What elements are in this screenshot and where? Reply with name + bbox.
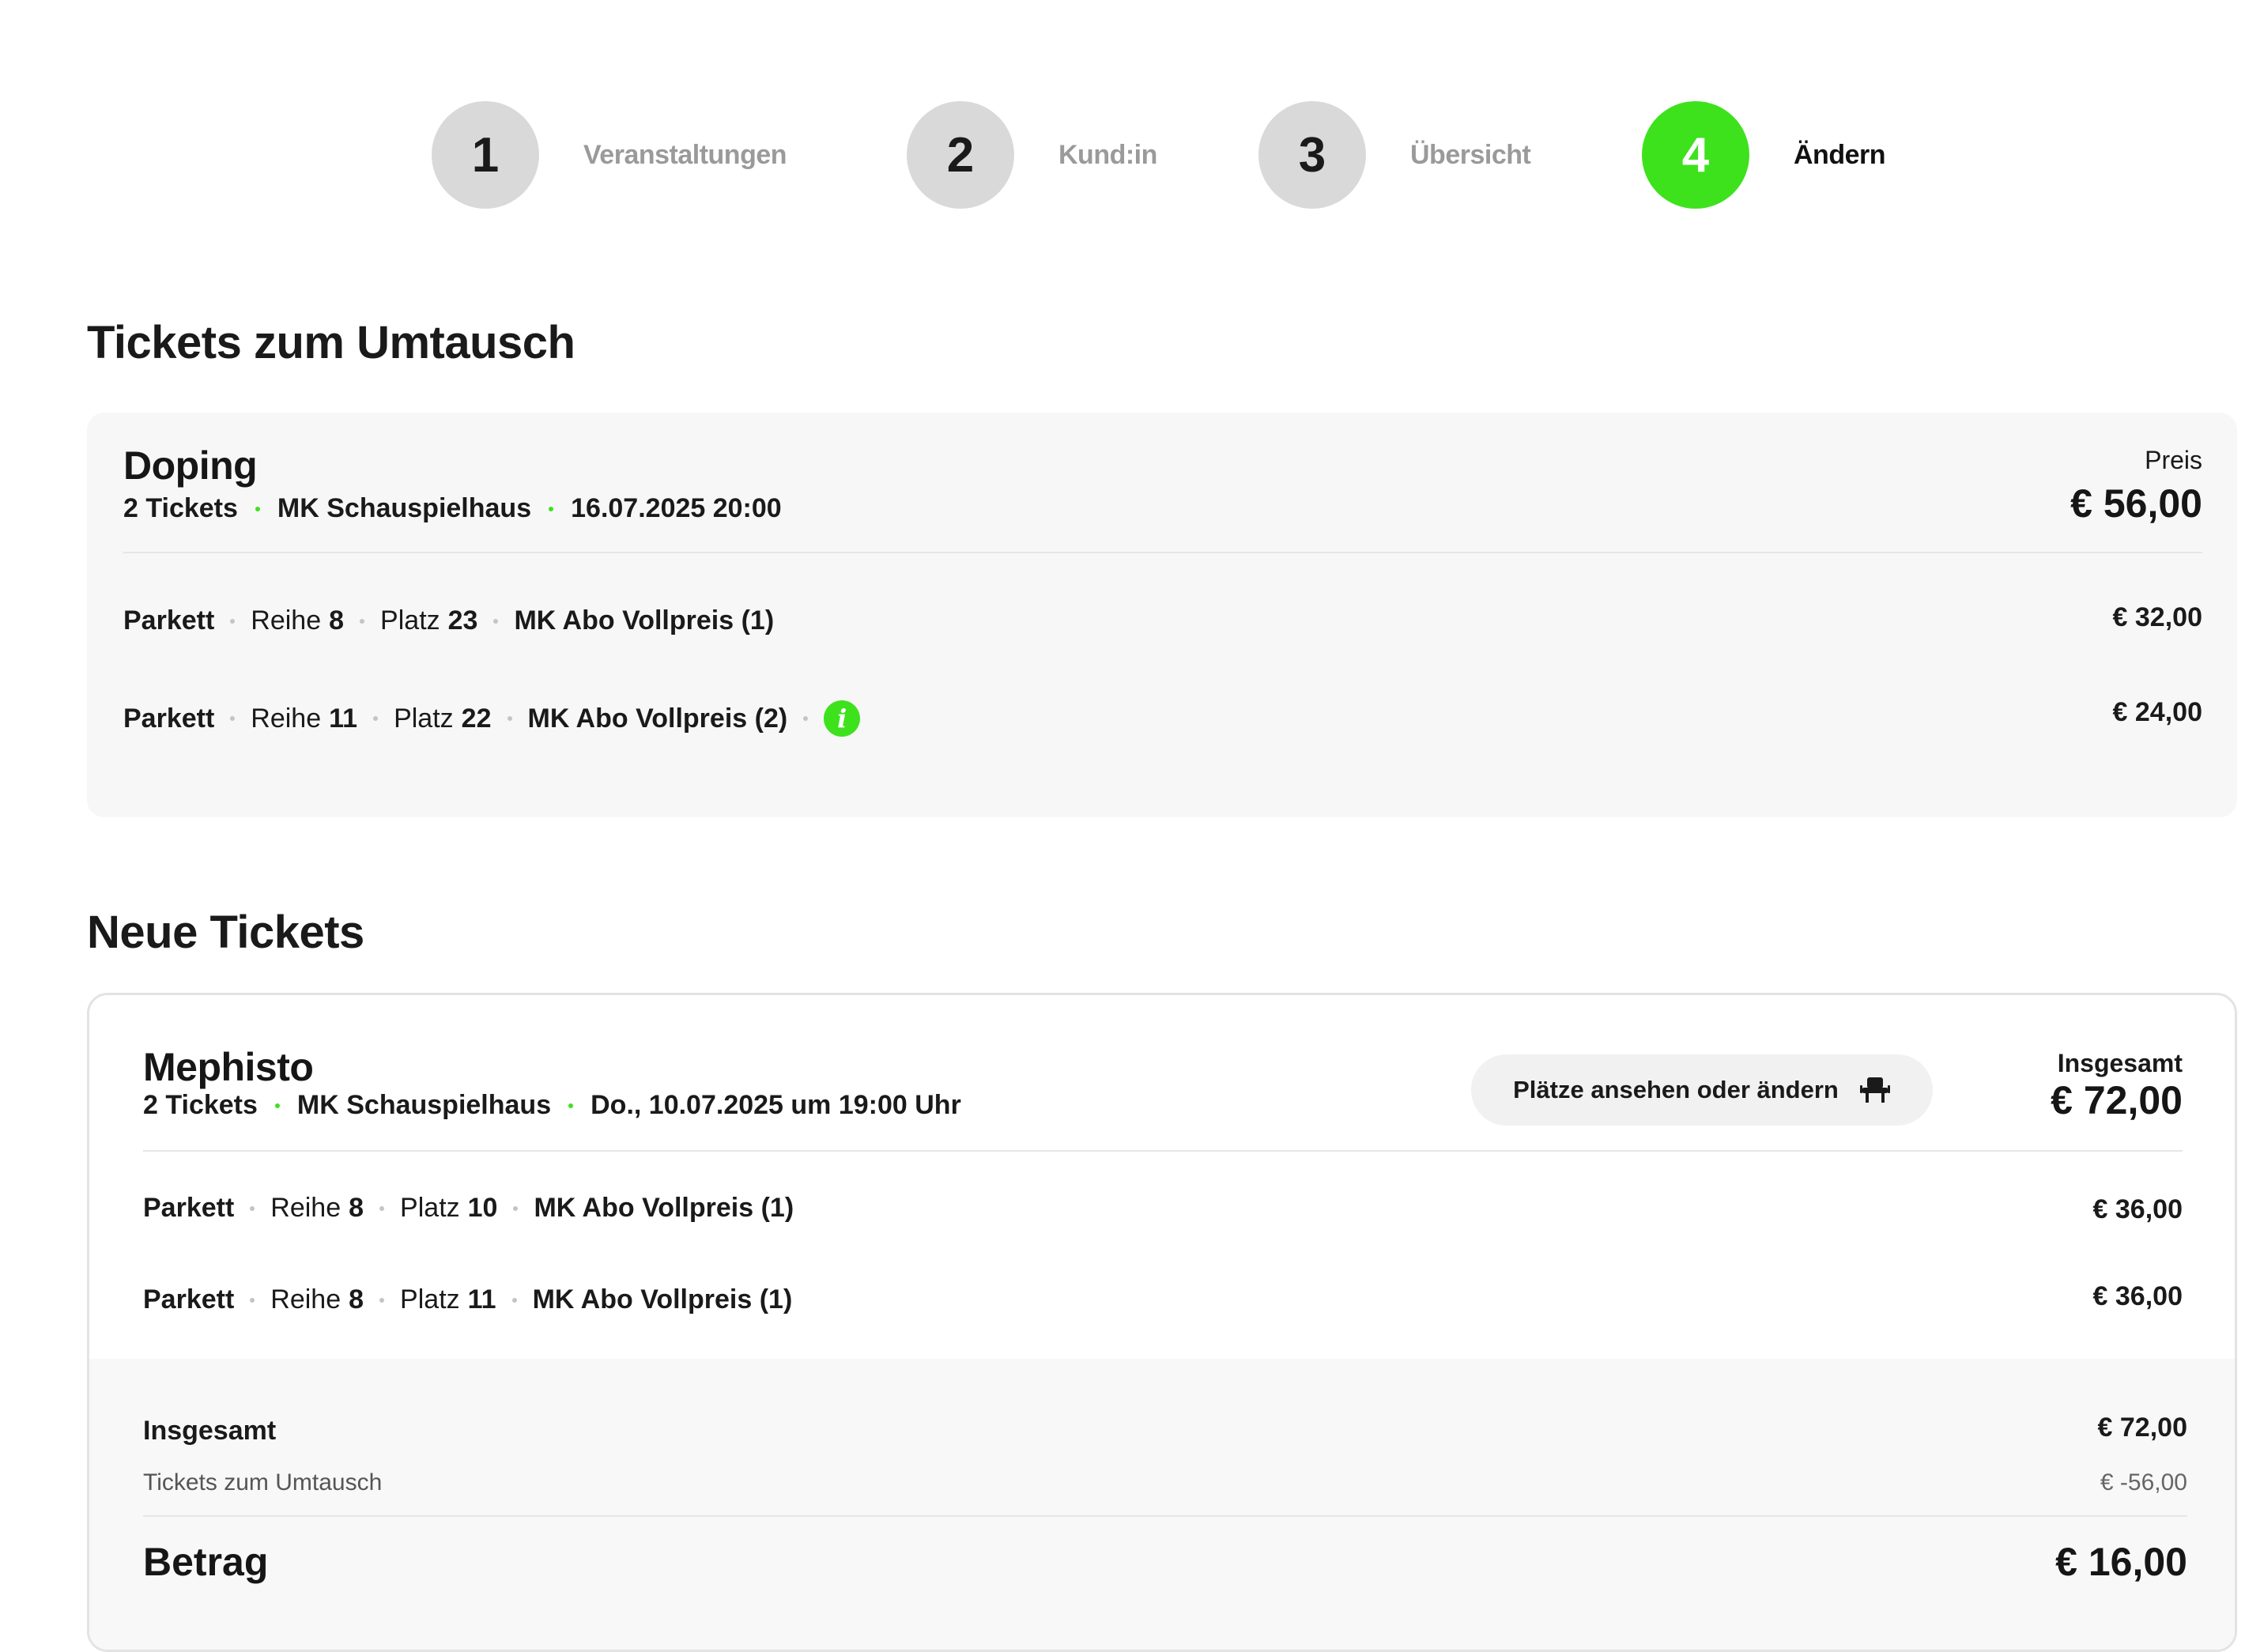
- separator-dot: [250, 1297, 255, 1303]
- seat-area: Parkett: [123, 703, 215, 734]
- event-total: € 72,00: [2051, 1078, 2183, 1122]
- separator-dot: [230, 618, 236, 624]
- total-label: Insgesamt: [2057, 1049, 2183, 1077]
- separator-dot: [255, 506, 260, 511]
- row-number: 8: [349, 1284, 364, 1314]
- seat-area: Parkett: [143, 1284, 235, 1314]
- payment-summary: Insgesamt € 72,00 Tickets zum Umtausch €…: [89, 1359, 2235, 1650]
- price-category: MK Abo Vollpreis (2): [527, 703, 788, 734]
- row-label: Reihe: [270, 1193, 341, 1223]
- view-change-seats-button[interactable]: Plätze ansehen oder ändern: [1471, 1054, 1933, 1126]
- seat-label: Platz: [400, 1284, 460, 1314]
- ticket-price: € 32,00: [2112, 602, 2202, 632]
- step-label: Kund:in: [1058, 139, 1157, 170]
- event-meta: 2 Tickets MK Schauspielhaus Do., 10.07.2…: [143, 1090, 961, 1121]
- summary-exchange-label: Tickets zum Umtausch: [143, 1469, 383, 1495]
- event-meta: 2 Tickets MK Schauspielhaus 16.07.2025 2…: [123, 493, 782, 524]
- price-category: MK Abo Vollpreis (1): [532, 1284, 793, 1314]
- step-customer[interactable]: 2 Kund:in: [907, 101, 1157, 209]
- seat-label: Platz: [394, 703, 454, 734]
- step-label: Veranstaltungen: [583, 139, 787, 170]
- seat-label: Platz: [380, 605, 440, 636]
- summary-total-value: € 72,00: [2097, 1412, 2187, 1443]
- event-datetime: Do., 10.07.2025 um 19:00 Uhr: [590, 1090, 961, 1120]
- seat-area: Parkett: [143, 1193, 235, 1223]
- amount-value: € 16,00: [2055, 1540, 2187, 1584]
- divider: [143, 1150, 2183, 1152]
- step-overview[interactable]: 3 Übersicht: [1258, 101, 1531, 209]
- progress-stepper: 1 Veranstaltungen 2 Kund:in 3 Übersicht …: [0, 101, 2245, 209]
- separator-dot: [511, 1297, 517, 1303]
- ticket-count: 2 Tickets: [143, 1090, 258, 1120]
- separator-dot: [549, 506, 554, 511]
- step-events[interactable]: 1 Veranstaltungen: [432, 101, 787, 209]
- seat-number: 23: [447, 605, 478, 636]
- exchange-card: Doping 2 Tickets MK Schauspielhaus 16.07…: [87, 413, 2237, 817]
- row-number: 8: [329, 605, 345, 636]
- exchange-heading: Tickets zum Umtausch: [87, 317, 575, 368]
- price-category: MK Abo Vollpreis (1): [534, 1193, 794, 1223]
- separator-dot: [568, 1103, 574, 1108]
- event-title: Doping: [123, 443, 258, 488]
- event-datetime: 16.07.2025 20:00: [571, 493, 782, 523]
- summary-total-label: Insgesamt: [143, 1416, 277, 1446]
- seat-number: 22: [461, 703, 492, 734]
- step-number: 3: [1258, 101, 1366, 209]
- seat-area: Parkett: [123, 605, 215, 636]
- separator-dot: [379, 1297, 385, 1303]
- amount-label: Betrag: [143, 1540, 269, 1584]
- ticket-row: Parkett Reihe 11 Platz 22 MK Abo Vollpre…: [123, 700, 861, 737]
- ticket-row: Parkett Reihe 8 Platz 10 MK Abo Vollprei…: [143, 1193, 794, 1224]
- seat-label: Platz: [400, 1193, 460, 1223]
- row-label: Reihe: [251, 703, 322, 734]
- ticket-row: Parkett Reihe 8 Platz 23 MK Abo Vollprei…: [123, 605, 774, 636]
- step-number: 4: [1642, 101, 1749, 209]
- new-tickets-heading: Neue Tickets: [87, 907, 364, 958]
- ticket-price: € 36,00: [2092, 1281, 2183, 1311]
- info-icon[interactable]: i: [824, 700, 861, 737]
- venue: MK Schauspielhaus: [296, 1090, 552, 1120]
- event-price: € 56,00: [2070, 481, 2202, 526]
- separator-dot: [360, 618, 365, 624]
- separator-dot: [379, 1205, 385, 1211]
- ticket-row: Parkett Reihe 8 Platz 11 MK Abo Vollprei…: [143, 1284, 792, 1315]
- ticket-price: € 24,00: [2112, 697, 2202, 727]
- separator-dot: [230, 716, 236, 721]
- price-category: MK Abo Vollpreis (1): [514, 605, 775, 636]
- row-label: Reihe: [251, 605, 322, 636]
- separator-dot: [513, 1205, 519, 1211]
- separator-dot: [274, 1103, 280, 1108]
- step-number: 2: [907, 101, 1014, 209]
- seat-number: 11: [467, 1284, 496, 1314]
- step-number: 1: [432, 101, 539, 209]
- seat-button-label: Plätze ansehen oder ändern: [1513, 1076, 1839, 1103]
- seat-icon: [1859, 1077, 1890, 1103]
- venue: MK Schauspielhaus: [277, 493, 532, 523]
- divider: [143, 1515, 2187, 1517]
- step-label: Ändern: [1794, 139, 1886, 170]
- new-tickets-card: Mephisto 2 Tickets MK Schauspielhaus Do.…: [87, 993, 2237, 1652]
- summary-exchange-value: € -56,00: [2100, 1469, 2187, 1495]
- step-change[interactable]: 4 Ändern: [1642, 101, 1886, 209]
- divider: [123, 552, 2202, 553]
- ticket-count: 2 Tickets: [123, 493, 238, 523]
- event-title: Mephisto: [143, 1045, 314, 1089]
- separator-dot: [507, 716, 512, 721]
- seat-number: 10: [467, 1193, 498, 1223]
- row-number: 11: [329, 703, 358, 734]
- row-label: Reihe: [270, 1284, 341, 1314]
- row-number: 8: [349, 1193, 364, 1223]
- price-label: Preis: [2145, 446, 2202, 474]
- ticket-price: € 36,00: [2092, 1194, 2183, 1224]
- separator-dot: [250, 1205, 255, 1211]
- step-label: Übersicht: [1410, 139, 1531, 170]
- separator-dot: [493, 618, 499, 624]
- separator-dot: [373, 716, 379, 721]
- separator-dot: [803, 716, 809, 721]
